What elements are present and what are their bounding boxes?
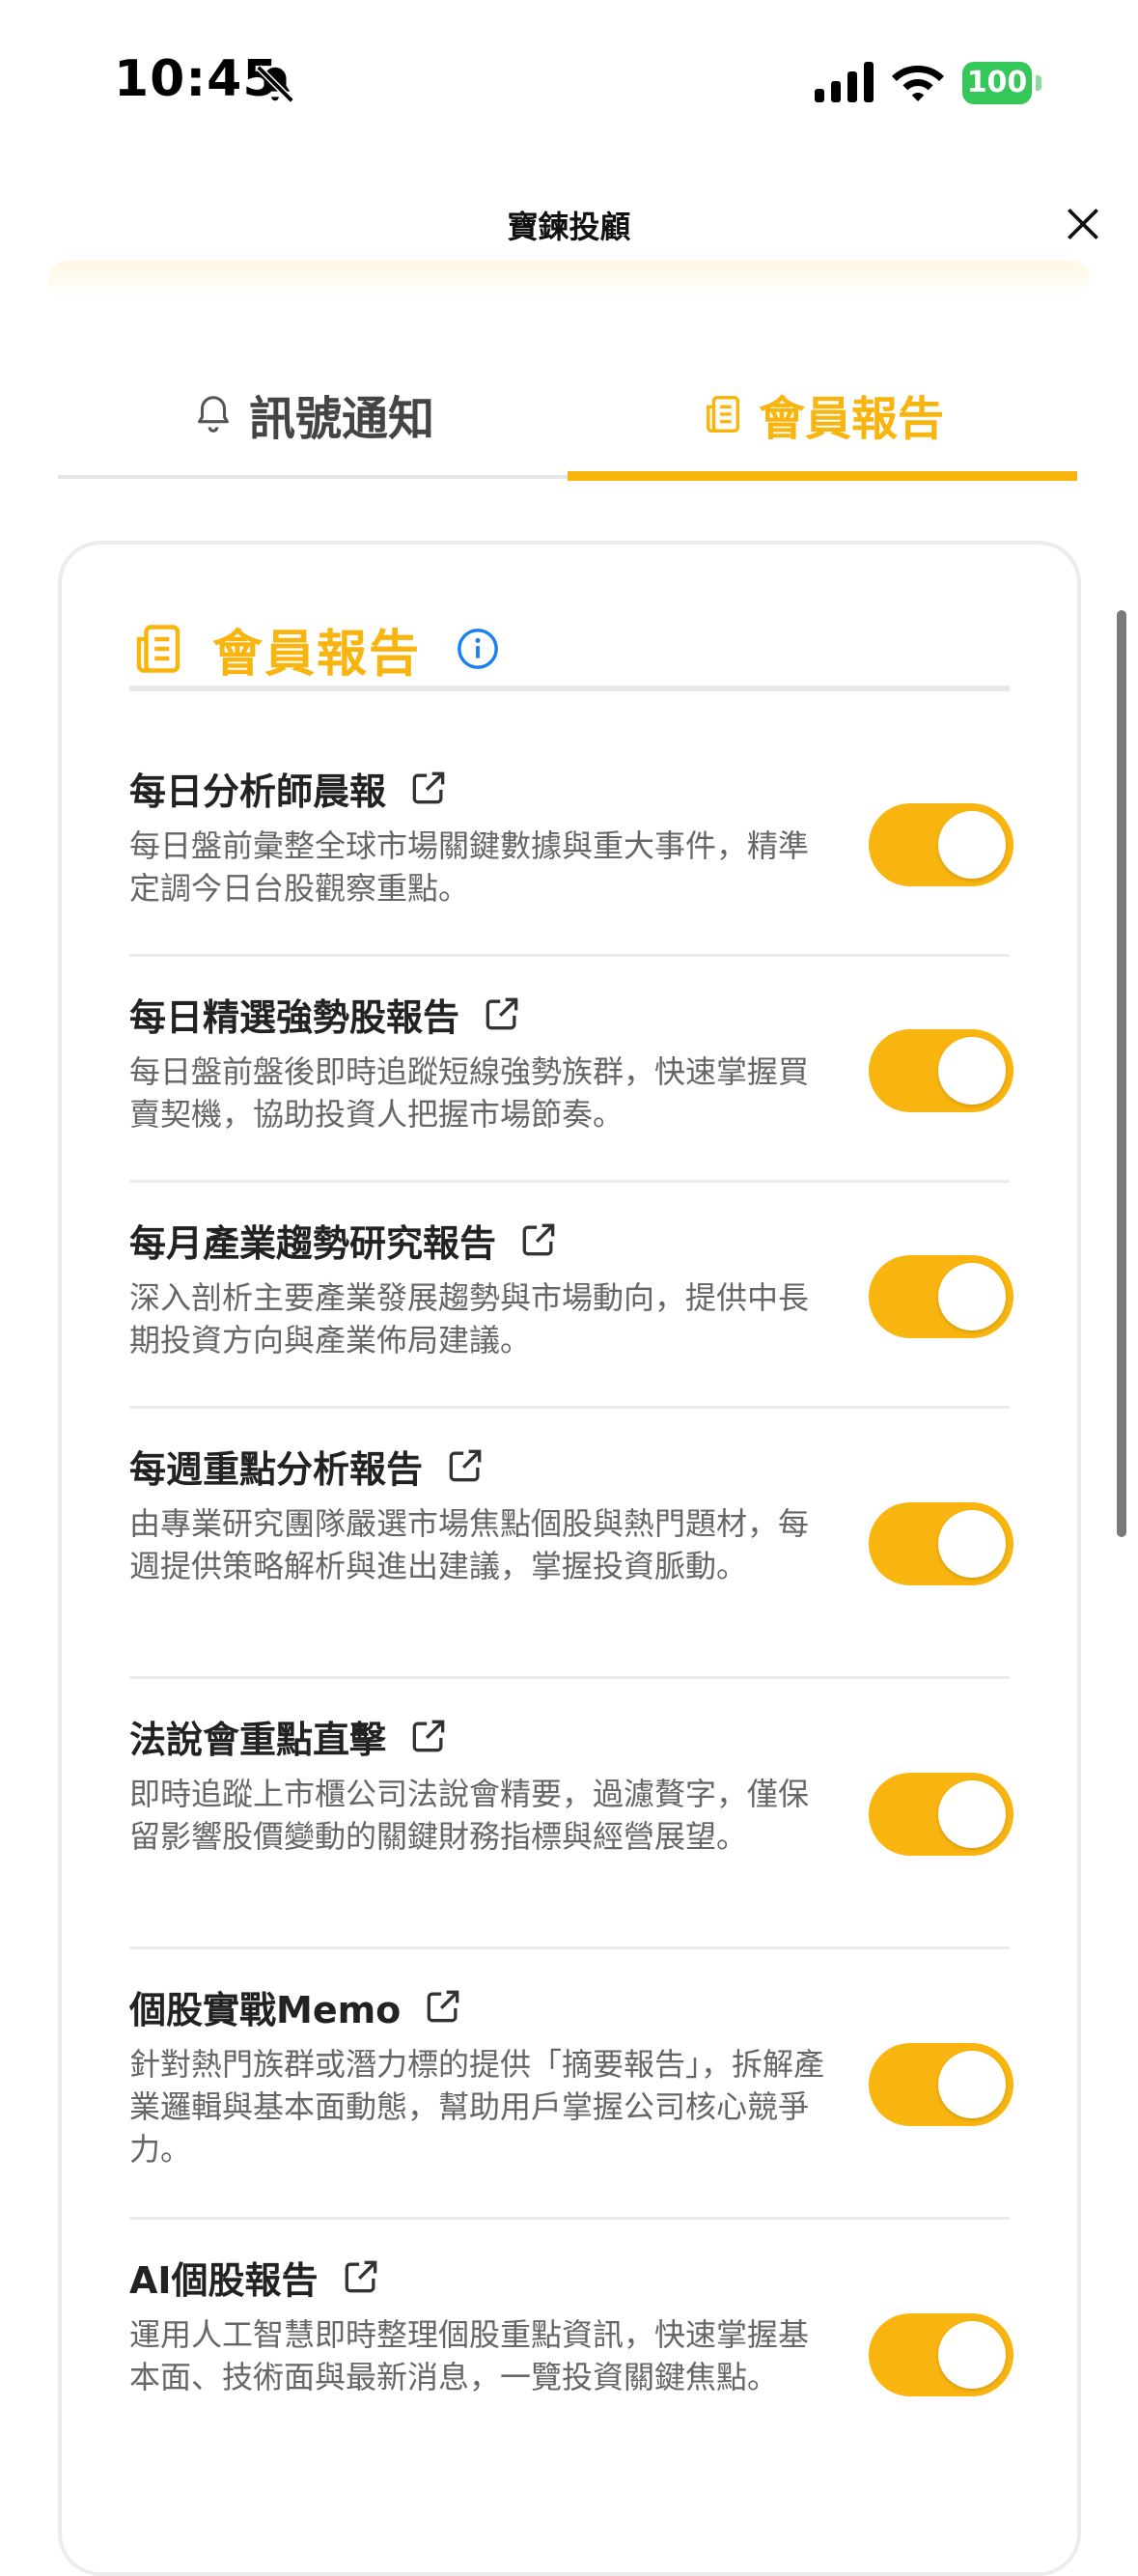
- wifi-icon: [892, 66, 944, 101]
- scrollbar[interactable]: [1117, 610, 1126, 1537]
- report-toggle[interactable]: [869, 1502, 1013, 1585]
- battery-level: 100: [962, 62, 1032, 104]
- report-item-header: 每日分析師晨報: [129, 759, 450, 817]
- bell-icon: [198, 396, 229, 433]
- toggle-knob: [938, 2051, 1006, 2118]
- report-item-header: 每週重點分析報告: [129, 1437, 486, 1495]
- card-header: 會員報告: [129, 610, 500, 687]
- toggle-knob: [938, 1510, 1006, 1578]
- toggle-knob: [938, 811, 1006, 879]
- external-link-icon[interactable]: [517, 1218, 560, 1261]
- toggle-knob: [938, 1037, 1006, 1105]
- cellular-signal-icon: [815, 62, 874, 102]
- report-item: 每日分析師晨報 每日盤前彙整全球市場關鍵數據與重大事件，精準定調今日台股觀察重點…: [129, 759, 1013, 952]
- report-item-header: 個股實戰Memo: [129, 1977, 464, 2035]
- report-toggle[interactable]: [869, 2043, 1013, 2126]
- report-toggle[interactable]: [869, 1255, 1013, 1338]
- report-item-title: 每月產業趨勢研究報告: [129, 1221, 497, 1265]
- info-icon[interactable]: [456, 627, 500, 671]
- report-item: 每週重點分析報告 由專業研究團隊嚴選市場焦點個股與熱門題材，每週提供策略解析與進…: [129, 1437, 1013, 1674]
- report-toggle[interactable]: [869, 2313, 1013, 2396]
- report-icon: [706, 396, 740, 433]
- card-divider: [129, 686, 1010, 691]
- report-item: 每日精選強勢股報告 每日盤前盤後即時追蹤短線強勢族群，快速掌握買賣契機，協助投資…: [129, 985, 1013, 1178]
- item-separator: [129, 1946, 1010, 1949]
- member-report-card: 會員報告 每日分析師晨報 每日盤前彙整全球市場關鍵數據與重大事件，精準定調今日台…: [58, 541, 1081, 2576]
- external-link-icon[interactable]: [422, 1985, 464, 2028]
- report-item-description: 每日盤前盤後即時追蹤短線強勢族群，快速掌握買賣契機，協助投資人把握市場節奏。: [129, 1053, 810, 1133]
- external-link-icon[interactable]: [481, 993, 523, 1035]
- tab-label: 會員報告: [758, 392, 944, 446]
- header-shadow: [48, 261, 1090, 299]
- report-toggle[interactable]: [869, 1029, 1013, 1112]
- report-item: 法說會重點直擊 即時追蹤上市櫃公司法說會精要，過濾贅字，僅保留影響股價變動的關鍵…: [129, 1707, 1013, 1945]
- tab-member-report[interactable]: 會員報告: [568, 357, 1077, 471]
- page-title: 寶鍊投顧: [507, 209, 631, 245]
- card-title: 會員報告: [212, 625, 422, 684]
- item-separator: [129, 2217, 1010, 2220]
- report-item-title: 每日精選強勢股報告: [129, 995, 460, 1039]
- report-item-title: 個股實戰Memo: [129, 1988, 402, 2031]
- report-item: 每月產業趨勢研究報告 深入剖析主要產業發展趨勢與市場動向，提供中長期投資方向與產…: [129, 1211, 1013, 1404]
- report-item-title: 每週重點分析報告: [129, 1447, 424, 1491]
- report-item-title: 法說會重點直擊: [129, 1718, 387, 1761]
- report-item-header: AI個股報告: [129, 2248, 382, 2306]
- report-item-description: 運用人工智慧即時整理個股重點資訊，快速掌握基本面、技術面與最新消息，一覽投資關鍵…: [129, 2316, 810, 2395]
- tab-label: 訊號通知: [248, 392, 434, 446]
- external-link-icon[interactable]: [407, 767, 450, 809]
- external-link-icon[interactable]: [407, 1715, 450, 1757]
- item-separator: [129, 1676, 1010, 1679]
- report-toggle[interactable]: [869, 1773, 1013, 1856]
- report-item-description: 即時追蹤上市櫃公司法說會精要，過濾贅字，僅保留影響股價變動的關鍵財務指標與經營展…: [129, 1776, 810, 1855]
- report-item: AI個股報告 運用人工智慧即時整理個股重點資訊，快速掌握基本面、技術面與最新消息…: [129, 2248, 1013, 2485]
- report-item-header: 每月產業趨勢研究報告: [129, 1211, 560, 1269]
- tab-bar: 訊號通知 會員報告: [58, 357, 1077, 483]
- item-separator: [129, 1406, 1010, 1409]
- external-link-icon[interactable]: [340, 2255, 382, 2298]
- item-separator: [129, 1180, 1010, 1183]
- report-toggle[interactable]: [869, 803, 1013, 886]
- report-item-header: 每日精選強勢股報告: [129, 985, 523, 1043]
- status-bar: 10:45 100: [0, 0, 1138, 164]
- report-item: 個股實戰Memo 針對熱門族群或潛力標的提供「摘要報告」，拆解產業邏輯與基本面動…: [129, 1977, 1013, 2215]
- report-item-description: 深入剖析主要產業發展趨勢與市場動向，提供中長期投資方向與產業佈局建議。: [129, 1279, 810, 1358]
- report-item-header: 法說會重點直擊: [129, 1707, 450, 1765]
- close-icon[interactable]: [1062, 203, 1104, 245]
- toggle-knob: [938, 2321, 1006, 2389]
- item-separator: [129, 954, 1010, 957]
- report-item-title: 每日分析師晨報: [129, 770, 387, 813]
- battery-tip: [1036, 75, 1041, 91]
- report-item-title: AI個股報告: [129, 2258, 319, 2302]
- report-item-description: 針對熱門族群或潛力標的提供「摘要報告」，拆解產業邏輯與基本面動態，幫助用戶掌握公…: [129, 2046, 825, 2168]
- report-icon: [136, 625, 180, 673]
- active-tab-indicator: [568, 471, 1077, 481]
- toggle-knob: [938, 1263, 1006, 1330]
- toggle-knob: [938, 1780, 1006, 1848]
- external-link-icon[interactable]: [444, 1444, 486, 1487]
- tab-signal-notification[interactable]: 訊號通知: [58, 357, 568, 471]
- battery-indicator: 100: [962, 62, 1041, 104]
- bell-off-icon: [256, 65, 294, 103]
- report-item-description: 每日盤前彙整全球市場關鍵數據與重大事件，精準定調今日台股觀察重點。: [129, 827, 810, 907]
- report-item-description: 由專業研究團隊嚴選市場焦點個股與熱門題材，每週提供策略解析與進出建議，掌握投資脈…: [129, 1505, 810, 1584]
